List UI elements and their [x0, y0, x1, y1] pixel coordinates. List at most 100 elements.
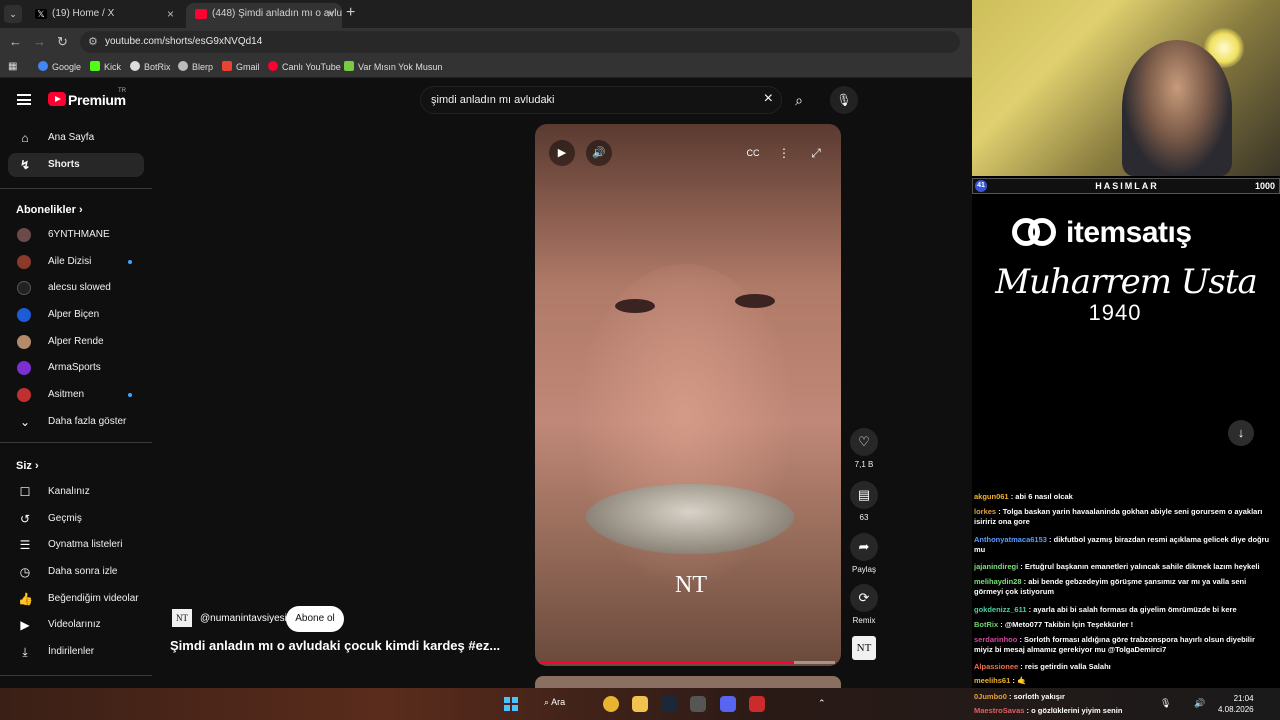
share-button[interactable]: ➦ Paylaş — [848, 533, 880, 574]
short-video-player[interactable]: ▶ 🔊 CC ⋮ ⤢ NT — [535, 124, 841, 666]
chat-user: Anthonyatmaca6153 — [974, 535, 1047, 544]
sidebar-item-downloads[interactable]: ⤓ İndirilenler — [8, 640, 144, 664]
tab-youtube-short[interactable]: (448) Şimdi anladın mı o avludak × — [186, 3, 342, 28]
bookmark-kick[interactable]: Kick — [90, 61, 121, 72]
taskbar-search[interactable]: ⌕ Ara — [544, 697, 565, 708]
chrome-icon[interactable] — [603, 696, 619, 712]
tab-label: (19) Home / X — [52, 8, 115, 19]
reload-icon[interactable]: ↻ — [57, 34, 68, 50]
channel-avatar[interactable]: NT — [172, 609, 192, 627]
next-short-preview[interactable] — [535, 676, 841, 688]
channel-tile[interactable]: NT — [848, 636, 880, 660]
chevron-right-icon: › — [78, 204, 83, 216]
show-more-button[interactable]: ⌄ Daha fazla göster — [8, 410, 144, 434]
sidebar-item-shorts[interactable]: ↯ Shorts — [8, 153, 144, 177]
sidebar-item-watch-later[interactable]: ◷ Daha sonra izle — [8, 560, 144, 584]
new-tab-plus-icon[interactable]: + — [346, 4, 355, 22]
sidebar-item-subscription[interactable]: Asitmen — [8, 383, 144, 407]
discord-icon[interactable] — [720, 696, 736, 712]
sidebar-item-channel[interactable]: ☐ Kanalınız — [8, 480, 144, 504]
subscribe-button[interactable]: Abone ol — [286, 606, 344, 632]
fullscreen-icon[interactable]: ⤢ — [803, 140, 829, 166]
play-icon[interactable]: ▶ — [549, 140, 575, 166]
remix-button[interactable]: ⟳ Remix — [848, 584, 880, 625]
signature-text: Muharrem Usta — [995, 262, 1258, 302]
new-content-dot — [128, 260, 132, 264]
channel-name[interactable]: @numanintavsiyesi — [200, 613, 287, 624]
sidebar-item-home[interactable]: ⌂ Ana Sayfa — [8, 126, 144, 150]
forward-arrow-icon[interactable]: → — [33, 34, 46, 49]
chat-message: serdarinhoo : Sorloth forması aldığına g… — [974, 635, 1274, 655]
sidebar-item-subscription[interactable]: Aile Dizisi — [8, 250, 144, 274]
sidebar-item-subscription[interactable]: 6YNTHMANE — [8, 223, 144, 247]
chat-message: gokdenizz_611 : ayarla abi bi salah form… — [974, 605, 1274, 615]
clock-time: 21:04 — [1233, 694, 1254, 703]
taskbar: 0Jumbo0 : sorloth yakışır MaestroSavas :… — [0, 688, 1280, 720]
avatar — [17, 281, 31, 295]
sidebar-item-history[interactable]: ↺ Geçmiş — [8, 507, 144, 531]
short-title[interactable]: Şimdi anladın mı o avludaki çocuk kimdi … — [170, 638, 500, 653]
more-options-icon[interactable]: ⋮ — [771, 140, 797, 166]
apps-grid-icon[interactable]: ▦ — [8, 61, 17, 72]
divider — [0, 442, 152, 443]
volume-icon[interactable]: 🔊 — [586, 140, 612, 166]
home-icon: ⌂ — [21, 131, 29, 145]
subscriptions-header[interactable]: Abonelikler › — [16, 204, 83, 216]
tab-x-home[interactable]: 𝕏 (19) Home / X × — [26, 3, 182, 28]
system-clock[interactable]: 21:04 4.08.2026 — [1218, 693, 1254, 715]
chat-message: meelihs61 : 🤙 — [974, 676, 1274, 686]
app-icon[interactable] — [690, 696, 706, 712]
scroll-down-arrow-icon[interactable]: ↓ — [1228, 420, 1254, 446]
close-tab-icon[interactable]: × — [327, 3, 334, 25]
steam-icon[interactable] — [661, 696, 677, 712]
search-icon[interactable]: ⌕ — [786, 86, 812, 114]
close-tab-icon[interactable]: × — [167, 3, 174, 25]
microphone-tray-icon[interactable]: 🎙 — [1160, 698, 1171, 709]
bookmark-blerp[interactable]: Blerp — [178, 61, 213, 72]
sidebar-item-your-videos[interactable]: ▶ Videolarınız — [8, 613, 144, 637]
back-arrow-icon[interactable]: ← — [9, 34, 22, 49]
gmail-icon — [222, 61, 232, 71]
menu-icon[interactable] — [17, 94, 31, 105]
tab-search-chevron-icon[interactable]: ⌄ — [4, 5, 22, 23]
sidebar-item-subscription[interactable]: ArmaSports — [8, 356, 144, 380]
sidebar-item-subscription[interactable]: Alper Biçen — [8, 303, 144, 327]
sidebar-item-subscription[interactable]: alecsu slowed — [8, 276, 144, 300]
comment-button[interactable]: ▤ 63 — [848, 481, 880, 522]
botrix-icon — [130, 61, 140, 71]
captions-icon[interactable]: CC — [740, 140, 766, 166]
volume-tray-icon[interactable]: 🔊 — [1194, 698, 1205, 709]
sidebar-item-liked-videos[interactable]: 👍 Beğendiğim videolar — [8, 587, 144, 611]
bookmark-canli-youtube[interactable]: Canlı YouTube — [268, 61, 341, 72]
video-frame-detail — [615, 299, 655, 313]
file-explorer-icon[interactable] — [632, 696, 648, 712]
media-app-icon[interactable] — [749, 696, 765, 712]
bookmarks-bar: ▦ Google Kick BotRix Blerp Gmail Canlı Y… — [0, 56, 972, 78]
sidebar-item-playlists[interactable]: ☰ Oynatma listeleri — [8, 533, 144, 557]
sidebar-item-subscription[interactable]: Alper Rende — [8, 330, 144, 354]
microphone-icon[interactable]: 🎙 — [830, 86, 858, 114]
comment-count: 63 — [859, 513, 869, 522]
browser-toolbar: ← → ↻ ⚙ youtube.com/shorts/esG9xNVQd14 — [0, 28, 972, 56]
search-input[interactable]: şimdi anladın mı avludaki × — [420, 86, 782, 114]
bookmark-gmail[interactable]: Gmail — [222, 61, 260, 72]
bookmark-botrix[interactable]: BotRix — [130, 61, 171, 72]
windows-start-icon[interactable] — [504, 697, 518, 711]
chevron-down-icon: ⌄ — [19, 415, 31, 429]
webcam-feed — [972, 0, 1280, 176]
like-button[interactable]: ♡ 7,1 B — [848, 428, 880, 469]
clear-search-icon[interactable]: × — [764, 90, 773, 108]
address-bar[interactable]: ⚙ youtube.com/shorts/esG9xNVQd14 — [80, 31, 960, 53]
avatar — [17, 361, 31, 375]
bookmark-var-misin-yok-musun[interactable]: Var Mısın Yok Musun — [344, 61, 442, 72]
like-icon: ♡ — [850, 428, 878, 456]
you-header[interactable]: Siz › — [16, 460, 39, 472]
progress-bar[interactable] — [539, 661, 835, 664]
url-text: youtube.com/shorts/esG9xNVQd14 — [105, 36, 263, 47]
logo-text: Premium — [68, 92, 126, 108]
chat-text: : @Meto077 Takibin İçin Teşekkürler ! — [1000, 620, 1134, 629]
chat-text: : ayarla abi bi salah forması da giyelim… — [1028, 605, 1237, 614]
bookmark-google[interactable]: Google — [38, 61, 81, 72]
tray-chevron-up-icon[interactable]: ⌃ — [818, 698, 826, 709]
site-info-icon[interactable]: ⚙ — [88, 35, 98, 48]
